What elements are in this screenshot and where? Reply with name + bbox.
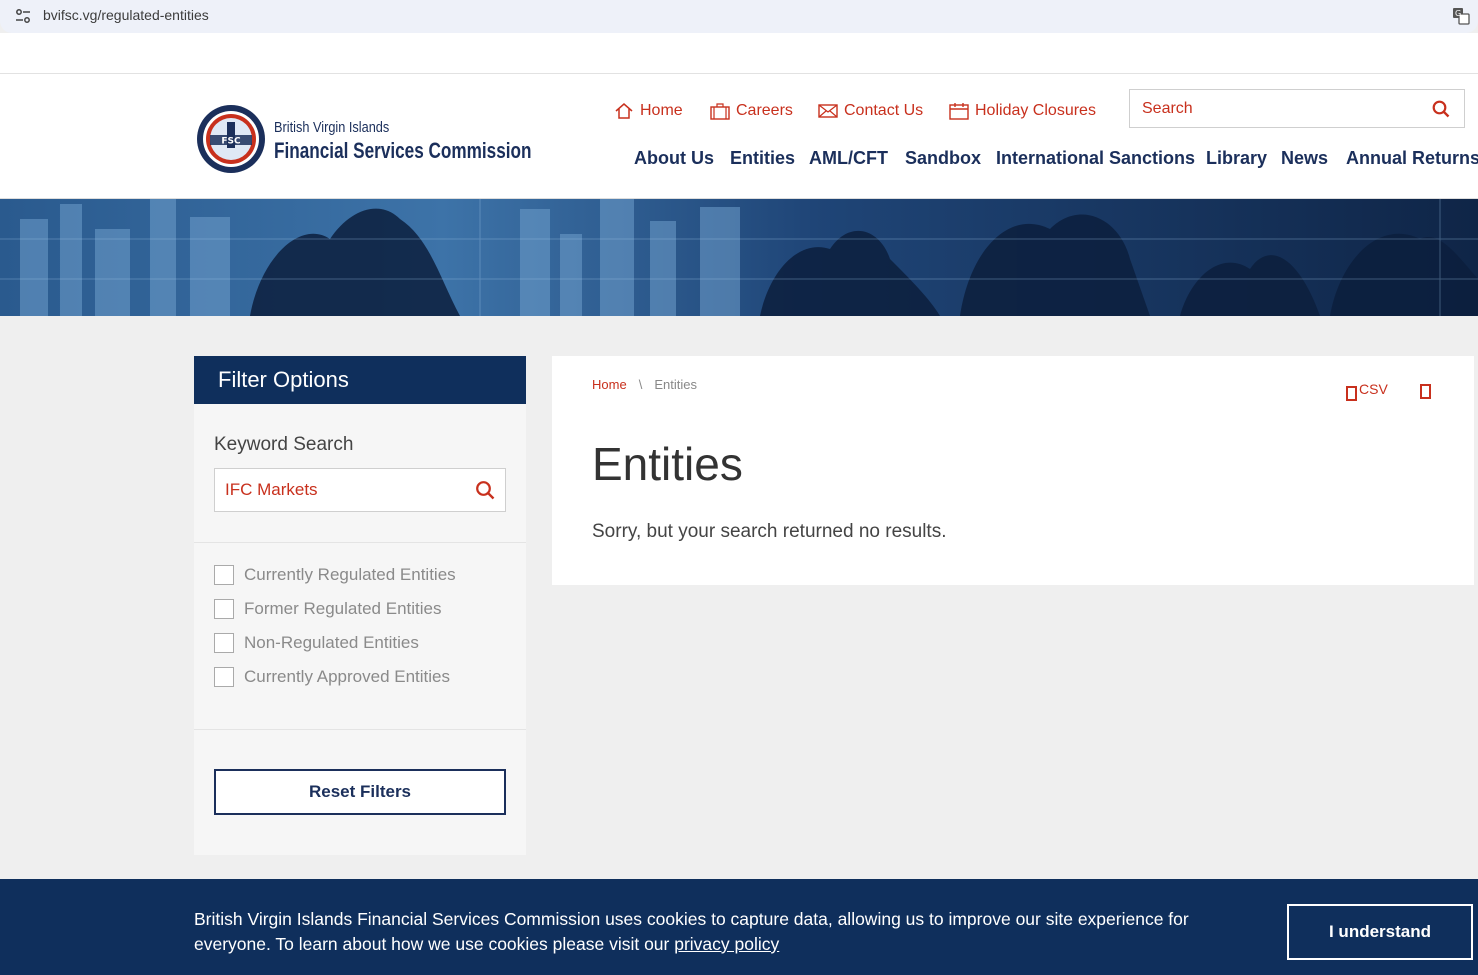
hero-banner-image <box>0 199 1478 316</box>
top-blank-strip <box>0 33 1478 74</box>
header-search-input[interactable] <box>1130 90 1420 127</box>
util-nav-home[interactable]: Home <box>614 100 683 122</box>
nav-entities[interactable]: Entities <box>730 148 795 172</box>
filter-option-non-regulated[interactable]: Non-Regulated Entities <box>214 632 419 654</box>
filter-option-label: Former Regulated Entities <box>244 599 442 618</box>
cookie-accept-button[interactable]: I understand <box>1287 904 1473 960</box>
results-panel: Home \ Entities CSV Entities Sorry, but yo… <box>552 356 1474 585</box>
keyword-search-box <box>214 468 506 512</box>
breadcrumb-separator: \ <box>638 377 643 392</box>
site-header: FSC British Virgin Islands Financial Ser… <box>0 74 1478 199</box>
cookie-banner: British Virgin Islands Financial Service… <box>0 879 1478 975</box>
checkbox-currently-approved[interactable] <box>214 667 234 687</box>
filter-option-label: Currently Approved Entities <box>244 667 450 686</box>
checkbox-non-regulated[interactable] <box>214 633 234 653</box>
nav-annual-returns[interactable]: Annual Returns <box>1346 148 1478 172</box>
seal-text: FSC <box>221 137 241 147</box>
filter-option-currently-approved[interactable]: Currently Approved Entities <box>214 666 450 688</box>
fsc-logo[interactable]: FSC British Virgin Islands Financial Ser… <box>196 104 532 174</box>
no-results-message: Sorry, but your search returned no resul… <box>592 521 947 542</box>
filter-option-label: Currently Regulated Entities <box>244 565 456 584</box>
translate-icon[interactable]: G <box>1452 7 1470 25</box>
filter-option-former-regulated[interactable]: Former Regulated Entities <box>214 598 441 620</box>
logo-line-1: British Virgin Islands <box>274 119 390 136</box>
keyword-search-input[interactable] <box>215 469 465 511</box>
breadcrumb-home[interactable]: Home <box>592 377 627 392</box>
svg-text:G: G <box>1455 9 1461 18</box>
privacy-policy-link[interactable]: privacy policy <box>674 934 779 954</box>
nav-news[interactable]: News <box>1281 148 1328 172</box>
logo-line-2: Financial Services Commission <box>274 138 532 163</box>
nav-international-sanctions[interactable]: International Sanctions <box>996 148 1195 172</box>
search-icon[interactable] <box>1432 100 1450 118</box>
nav-about-us[interactable]: About Us <box>634 148 714 172</box>
nav-library[interactable]: Library <box>1206 148 1267 172</box>
util-nav-home-label: Home <box>640 102 683 119</box>
util-nav-holiday[interactable]: Holiday Closures <box>949 100 1096 122</box>
util-nav-holiday-label: Holiday Closures <box>975 102 1096 119</box>
nav-sandbox[interactable]: Sandbox <box>905 148 981 172</box>
util-nav-contact[interactable]: Contact Us <box>818 100 923 122</box>
briefcase-icon <box>710 103 730 120</box>
calendar-icon <box>949 103 969 120</box>
fsc-seal-icon: FSC <box>197 105 265 173</box>
print-icon[interactable] <box>1420 384 1431 399</box>
csv-export-button[interactable]: CSV <box>1346 381 1388 401</box>
checkbox-currently-regulated[interactable] <box>214 565 234 585</box>
csv-label: CSV <box>1359 381 1388 397</box>
util-nav-careers-label: Careers <box>736 102 793 119</box>
reset-filters-button[interactable]: Reset Filters <box>214 769 506 815</box>
filter-panel: Filter Options Keyword Search Currently … <box>194 356 526 855</box>
util-nav-careers[interactable]: Careers <box>710 100 793 122</box>
util-nav-contact-label: Contact Us <box>844 102 924 119</box>
filter-option-label: Non-Regulated Entities <box>244 633 419 652</box>
keyword-search-label: Keyword Search <box>214 434 354 455</box>
browser-address-bar[interactable]: bvifsc.vg/regulated-entities G <box>0 0 1478 33</box>
filter-option-currently-regulated[interactable]: Currently Regulated Entities <box>214 564 456 586</box>
filter-title: Filter Options <box>194 356 526 404</box>
filter-divider <box>194 729 526 730</box>
filter-divider <box>194 542 526 543</box>
cookie-message: British Virgin Islands Financial Service… <box>194 907 1204 957</box>
csv-file-icon <box>1346 386 1357 401</box>
breadcrumb: Home \ Entities <box>592 377 697 392</box>
keyword-search-icon[interactable] <box>475 480 495 500</box>
site-settings-icon[interactable] <box>14 8 32 24</box>
nav-aml-cft[interactable]: AML/CFT <box>809 148 888 172</box>
header-search <box>1129 89 1465 128</box>
address-url[interactable]: bvifsc.vg/regulated-entities <box>43 7 209 23</box>
checkbox-former-regulated[interactable] <box>214 599 234 619</box>
breadcrumb-current: Entities <box>654 377 697 392</box>
envelope-icon <box>818 104 838 118</box>
house-icon <box>615 103 633 119</box>
page-title: Entities <box>592 438 743 490</box>
